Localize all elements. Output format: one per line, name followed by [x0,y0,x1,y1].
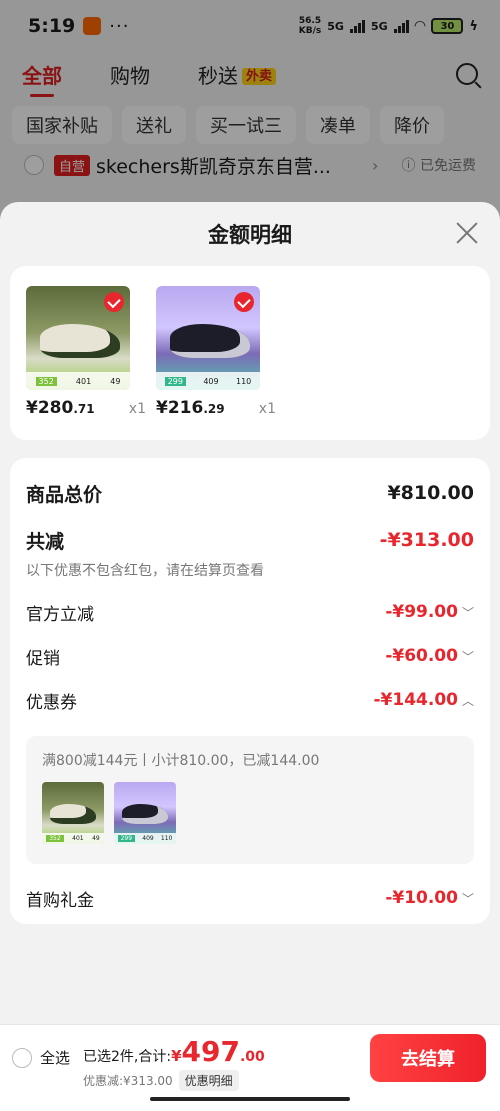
product-price: ¥216.29 [156,398,225,418]
chevron-down-icon: ﹀ [461,891,474,906]
chevron-up-icon: ︿ [461,693,474,708]
savings-line: 优惠减:¥313.00 优惠明细 [83,1070,265,1091]
strip-value: 401 [72,835,84,842]
selected-count-text: 已选2件,合计: [83,1049,172,1065]
strip-value: 409 [203,376,219,386]
total-row: 商品总价 ¥810.00 [26,472,474,514]
coupon-row[interactable]: 优惠券 -¥144.00 ︿ [26,678,474,722]
sheet-header: 金额明细 [0,202,500,266]
first-purchase-label: 首购礼金 [26,890,94,911]
discount-note: 以下优惠不包含红包，请在结算页查看 [26,563,264,579]
coupon-product-image: 299 409 110 [114,782,176,844]
product-item[interactable]: 352 401 49 ¥280.71 x1 [26,286,146,440]
order-total-int: 497 [181,1035,240,1068]
product-image: 299 409 110 [156,286,260,390]
promotion-value: -¥60.00 [385,646,458,666]
select-all[interactable]: 全选 [12,1047,70,1068]
strip-price: 352 [46,835,64,842]
selected-products: 352 401 49 ¥280.71 x1 299 409 110 ¥216.2… [10,266,490,440]
coupon-label: 优惠券 [26,692,77,713]
coupon-detail-text: 满800减144元丨小计810.00，已减144.00 [42,753,320,769]
product-price-int: ¥280 [26,398,74,418]
product-price-line: ¥216.29 x1 [156,398,276,418]
amount-detail-sheet: 金额明细 352 401 49 ¥280.71 x1 299 409 110 ¥… [0,202,500,1111]
shoe-image [40,324,120,358]
product-quantity: x1 [258,401,276,417]
product-image-strip: 352 401 49 [42,833,104,844]
select-all-radio[interactable] [12,1047,32,1068]
shoe-image [50,804,96,824]
amount-breakdown: 商品总价 ¥810.00 共减 -¥313.00 以下优惠不包含红包，请在结算页… [10,458,490,924]
strip-value: 401 [75,376,92,386]
select-all-label: 全选 [40,1049,71,1067]
official-discount-value: -¥99.00 [385,602,458,622]
coupon-products: 352 401 49 299 409 110 [42,782,458,844]
strip-price: 299 [164,376,186,386]
product-quantity: x1 [128,401,146,417]
product-price-line: ¥280.71 x1 [26,398,146,418]
order-total-currency: ¥ [171,1047,182,1065]
check-icon [104,292,124,312]
order-total-dec: .00 [239,1049,265,1065]
product-image-strip: 299 409 110 [114,833,176,844]
shoe-image [170,324,250,358]
official-discount-row[interactable]: 官方立减 -¥99.00 ﹀ [26,590,474,634]
product-price-dec: .71 [73,402,95,416]
strip-value: 409 [142,835,154,842]
discount-label: 共减 [26,530,65,553]
chevron-down-icon: ﹀ [461,605,474,620]
close-icon[interactable] [454,220,480,246]
order-total: ¥497.00 [171,1035,265,1068]
product-image-strip: 352 401 49 [26,372,130,390]
checkout-bar: 全选 已选2件,合计: ¥497.00 优惠减:¥313.00 优惠明细 去结算 [0,1024,500,1111]
official-discount-label: 官方立减 [26,604,94,625]
strip-value: 49 [92,835,100,842]
total-value: ¥810.00 [387,482,474,504]
discount-value: -¥313.00 [379,529,474,551]
check-icon [234,292,254,312]
strip-value: 110 [236,376,252,386]
product-image-strip: 299 409 110 [156,372,260,390]
order-summary: 已选2件,合计: ¥497.00 优惠减:¥313.00 优惠明细 [83,1035,265,1091]
promotion-row[interactable]: 促销 -¥60.00 ﹀ [26,634,474,678]
product-item[interactable]: 299 409 110 ¥216.29 x1 [156,286,276,440]
order-total-line: 已选2件,合计: ¥497.00 [83,1035,265,1068]
promotion-label: 促销 [26,648,60,669]
coupon-product-image: 352 401 49 [42,782,104,844]
product-image: 352 401 49 [26,286,130,390]
strip-price: 352 [35,376,57,386]
checkout-button[interactable]: 去结算 [370,1034,486,1082]
discount-detail-button[interactable]: 优惠明细 [178,1070,239,1091]
coupon-value: -¥144.00 [373,690,458,710]
shoe-image [122,804,168,824]
coupon-detail-box: 满800减144元丨小计810.00，已减144.00 352 401 49 2… [26,736,474,864]
savings-text: 优惠减:¥313.00 [83,1074,173,1088]
sheet-title: 金额明细 [208,223,292,247]
first-purchase-value: -¥10.00 [385,888,458,908]
strip-price: 299 [117,835,136,842]
discount-row: 共减 -¥313.00 [26,520,474,560]
strip-value: 49 [110,376,121,386]
home-indicator[interactable] [150,1097,350,1101]
chevron-down-icon: ﹀ [461,649,474,664]
product-price: ¥280.71 [26,398,95,418]
total-label: 商品总价 [26,483,103,506]
product-price-int: ¥216 [156,398,204,418]
strip-value: 110 [160,835,173,842]
product-price-dec: .29 [203,402,225,416]
first-purchase-row[interactable]: 首购礼金 -¥10.00 ﹀ [26,868,474,928]
